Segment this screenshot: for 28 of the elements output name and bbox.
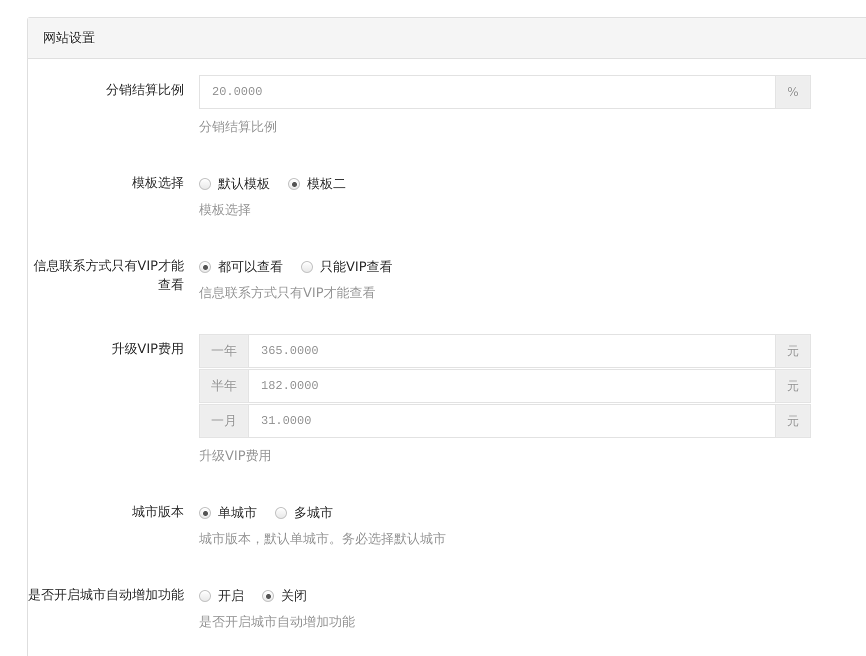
input-addon: 元 <box>775 404 811 438</box>
input-prefix: 半年 <box>199 369 249 403</box>
radio-option[interactable]: 模板二 <box>288 175 346 193</box>
field-label: 模板选择 <box>132 175 184 193</box>
radio-option[interactable]: 都可以查看 <box>199 258 283 276</box>
input-addon: 元 <box>775 334 811 368</box>
panel-title: 网站设置 <box>43 30 95 47</box>
help-text: 分销结算比例 <box>199 120 277 135</box>
radio-option[interactable]: 关闭 <box>262 587 307 605</box>
radio-option[interactable]: 开启 <box>199 587 244 605</box>
input-prefix: 一月 <box>199 404 249 438</box>
field-label: 是否开启城市自动增加功能 <box>28 587 184 605</box>
help-text: 城市版本，默认单城市。务必选择默认城市 <box>199 532 446 547</box>
input-addon: 元 <box>775 369 811 403</box>
input-prefix: 一年 <box>199 334 249 368</box>
field-label: 城市版本 <box>132 504 184 522</box>
help-text: 是否开启城市自动增加功能 <box>199 615 355 630</box>
field-label: 信息联系方式只有VIP才能查看 <box>32 258 184 295</box>
field-label: 升级VIP费用 <box>111 341 184 359</box>
radio-option[interactable]: 单城市 <box>199 504 257 522</box>
input-addon: % <box>775 75 811 109</box>
help-text: 升级VIP费用 <box>199 449 272 464</box>
radio-option[interactable]: 多城市 <box>275 504 333 522</box>
help-text: 模板选择 <box>199 203 251 218</box>
radio-option[interactable]: 只能VIP查看 <box>301 258 393 276</box>
field-label: 分销结算比例 <box>106 82 184 100</box>
radio-option[interactable]: 默认模板 <box>199 175 270 193</box>
help-text: 信息联系方式只有VIP才能查看 <box>199 286 376 301</box>
